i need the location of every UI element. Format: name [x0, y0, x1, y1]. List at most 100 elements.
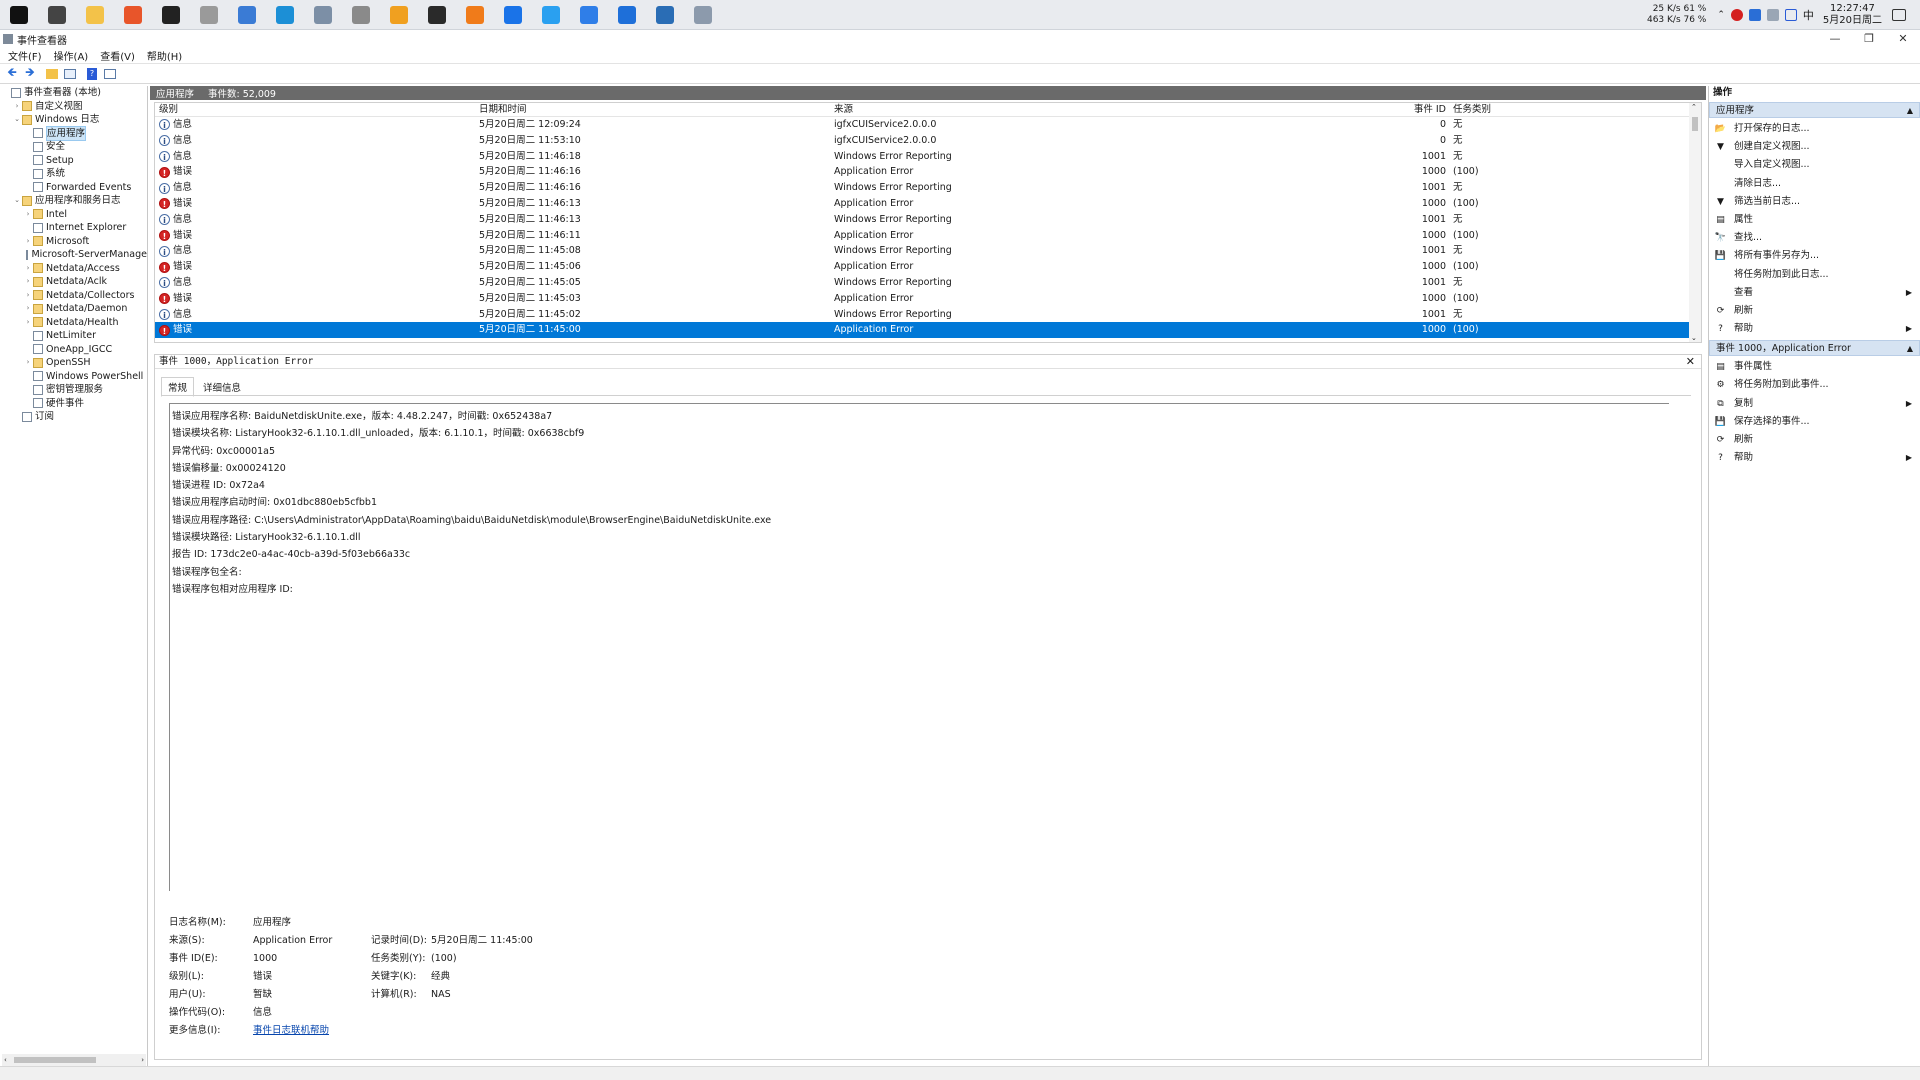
- column-event-id[interactable]: 事件 ID: [1354, 103, 1446, 117]
- tree-node[interactable]: › Netdata/Aclk: [0, 275, 147, 289]
- ime-indicator[interactable]: 中: [1803, 7, 1814, 23]
- tree-node[interactable]: Forwarded Events: [0, 181, 147, 195]
- action-item[interactable]: ⟳ 刷新: [1709, 431, 1920, 449]
- expand-icon[interactable]: ›: [24, 235, 32, 249]
- tree-node[interactable]: Internet Explorer: [0, 221, 147, 235]
- event-row[interactable]: ! 错误 5月20日周二 11:45:00 Application Error 1000…: [155, 322, 1701, 339]
- tree-node[interactable]: 系统: [0, 167, 147, 181]
- expand-icon[interactable]: ›: [24, 275, 32, 289]
- disk-icon[interactable]: [346, 0, 376, 30]
- firefox-icon[interactable]: [118, 0, 148, 30]
- menu-action[interactable]: 操作(A): [54, 48, 89, 63]
- tree-node[interactable]: Windows PowerShell: [0, 370, 147, 384]
- expand-icon[interactable]: ⌄: [13, 194, 21, 208]
- menu-file[interactable]: 文件(F): [8, 48, 42, 63]
- action-item[interactable]: 💾 保存选择的事件...: [1709, 413, 1920, 431]
- expand-icon[interactable]: ⌄: [13, 113, 21, 127]
- forward-arrow-icon[interactable]: 🡺: [23, 65, 37, 81]
- tree-node[interactable]: › Netdata/Collectors: [0, 289, 147, 303]
- terminal-icon[interactable]: [156, 0, 186, 30]
- tree-node[interactable]: › Netdata/Health: [0, 316, 147, 330]
- event-row[interactable]: i 信息 5月20日周二 11:46:18 Windows Error Reporti…: [155, 149, 1701, 165]
- event-row[interactable]: i 信息 5月20日周二 11:45:08 Windows Error Reporti…: [155, 243, 1701, 259]
- blue-circle-icon[interactable]: [498, 0, 528, 30]
- action-item[interactable]: ▤ 属性: [1709, 211, 1920, 229]
- expand-icon[interactable]: ›: [24, 356, 32, 370]
- tray-window-icon[interactable]: [1784, 9, 1797, 21]
- file-explorer-icon[interactable]: [80, 0, 110, 30]
- tree-node[interactable]: 硬件事件: [0, 397, 147, 411]
- tree-node[interactable]: OneApp_IGCC: [0, 343, 147, 357]
- scroll-left-icon[interactable]: ‹: [4, 1054, 7, 1066]
- event-description[interactable]: 错误应用程序名称: BaiduNetdiskUnite.exe，版本: 4.48…: [169, 403, 1669, 891]
- chevron-up-icon[interactable]: ⌃: [1717, 10, 1725, 20]
- restore-button[interactable]: ❐: [1852, 30, 1886, 48]
- tree-node[interactable]: › Intel: [0, 208, 147, 222]
- windows-start-icon[interactable]: [4, 0, 34, 30]
- tree-node[interactable]: 应用程序: [0, 125, 147, 141]
- action-item[interactable]: ⧉ 复制 ▶: [1709, 395, 1920, 413]
- tree-node[interactable]: 安全: [0, 140, 147, 154]
- clock[interactable]: 12:27:47 5月20日周二: [1823, 3, 1882, 27]
- event-row[interactable]: ! 错误 5月20日周二 11:45:06 Application Error 1000…: [155, 259, 1701, 275]
- up-folder-icon[interactable]: [45, 67, 59, 81]
- tree-node[interactable]: 事件查看器 (本地): [0, 86, 147, 100]
- event-row[interactable]: i 信息 5月20日周二 11:45:02 Windows Error Reporti…: [155, 307, 1701, 323]
- event-row[interactable]: ! 错误 5月20日周二 11:46:11 Application Error 1000…: [155, 228, 1701, 244]
- collapse-icon[interactable]: ▲: [1907, 341, 1913, 357]
- expand-icon[interactable]: ›: [24, 208, 32, 222]
- event-row[interactable]: i 信息 5月20日周二 11:46:16 Windows Error Reporti…: [155, 180, 1701, 196]
- expand-icon[interactable]: ›: [24, 316, 32, 330]
- online-help-link[interactable]: 事件日志联机帮助: [253, 1025, 329, 1036]
- actions-section-log[interactable]: 应用程序 ▲: [1709, 102, 1920, 118]
- action-pane-icon[interactable]: [103, 67, 117, 81]
- network-app-icon[interactable]: [650, 0, 680, 30]
- action-item[interactable]: ▼ 创建自定义视图...: [1709, 138, 1920, 156]
- tree-node[interactable]: Setup: [0, 154, 147, 168]
- event-row[interactable]: ! 错误 5月20日周二 11:46:13 Application Error 1000…: [155, 196, 1701, 212]
- black-app-icon[interactable]: [422, 0, 452, 30]
- action-item[interactable]: ▤ 事件属性: [1709, 358, 1920, 376]
- scroll-up-icon[interactable]: ⌃: [1691, 103, 1697, 111]
- tree-node[interactable]: › 自定义视图: [0, 100, 147, 114]
- column-task[interactable]: 任务类别: [1453, 103, 1653, 117]
- tree-node[interactable]: ⌄ Windows 日志: [0, 113, 147, 127]
- column-source[interactable]: 来源: [834, 103, 1334, 117]
- close-window-button[interactable]: ✕: [1886, 30, 1920, 48]
- clock-app-icon[interactable]: [194, 0, 224, 30]
- action-item[interactable]: 🔭 查找...: [1709, 229, 1920, 247]
- store-icon[interactable]: [270, 0, 300, 30]
- event-row[interactable]: i 信息 5月20日周二 11:45:05 Windows Error Reporti…: [155, 275, 1701, 291]
- notification-icon[interactable]: [1892, 9, 1906, 21]
- tray-red-icon[interactable]: [1730, 9, 1743, 21]
- tree-horizontal-scrollbar[interactable]: ‹ ›: [2, 1054, 146, 1066]
- event-row[interactable]: ! 错误 5月20日周二 11:46:16 Application Error 1000…: [155, 164, 1701, 180]
- tray-network-icon[interactable]: [1766, 9, 1779, 21]
- collapse-icon[interactable]: ▲: [1907, 103, 1913, 119]
- tray-blue-icon[interactable]: [1748, 9, 1761, 21]
- tree-node[interactable]: › OpenSSH: [0, 356, 147, 370]
- menu-view[interactable]: 查看(V): [100, 48, 135, 63]
- cloud-app-icon[interactable]: [536, 0, 566, 30]
- event-row[interactable]: i 信息 5月20日周二 11:46:13 Windows Error Reporti…: [155, 212, 1701, 228]
- action-item[interactable]: ? 帮助 ▶: [1709, 449, 1920, 467]
- action-item[interactable]: 清除日志...: [1709, 175, 1920, 193]
- expand-icon[interactable]: ›: [24, 302, 32, 316]
- action-item[interactable]: ? 帮助 ▶: [1709, 320, 1920, 338]
- tree-node[interactable]: › Microsoft: [0, 235, 147, 249]
- tab-general[interactable]: 常规: [161, 377, 195, 397]
- task-view-icon[interactable]: [42, 0, 72, 30]
- action-item[interactable]: ⟳ 刷新: [1709, 302, 1920, 320]
- action-item[interactable]: 💾 将所有事件另存为...: [1709, 247, 1920, 265]
- expand-icon[interactable]: ›: [13, 100, 21, 114]
- scrollbar-thumb[interactable]: [1692, 117, 1698, 131]
- close-detail-button[interactable]: ✕: [1686, 355, 1695, 369]
- magnifier-icon[interactable]: [384, 0, 414, 30]
- search-app-icon[interactable]: [232, 0, 262, 30]
- tree-node[interactable]: NetLimiter: [0, 329, 147, 343]
- event-row[interactable]: i 信息 5月20日周二 11:53:10 igfxCUIService2.0.0.0…: [155, 133, 1701, 149]
- action-item[interactable]: 查看 ▶: [1709, 284, 1920, 302]
- minimize-button[interactable]: —: [1818, 30, 1852, 48]
- expand-icon[interactable]: ›: [24, 262, 32, 276]
- scroll-right-icon[interactable]: ›: [141, 1054, 144, 1066]
